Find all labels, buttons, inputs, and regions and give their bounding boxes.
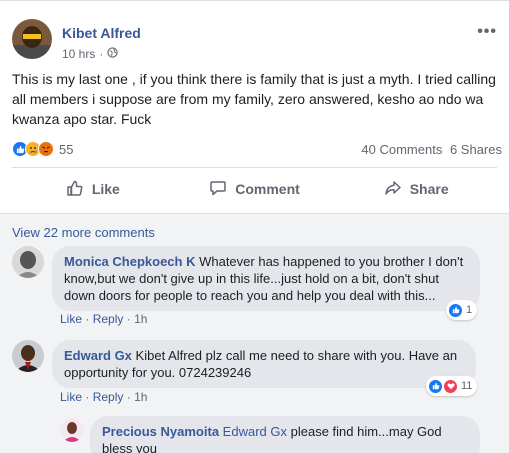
globe-icon[interactable] [107, 47, 119, 61]
like-reaction-icon [448, 302, 463, 318]
commenter-name[interactable]: Precious Nyamoita [102, 424, 219, 439]
author-avatar[interactable] [12, 19, 52, 59]
comment-reaction-count: 1 [466, 304, 473, 316]
post-text: This is my last one , if you think there… [12, 71, 496, 127]
comment-label: Comment [235, 181, 300, 197]
comment-bubble: Precious Nyamoita Edward Gx please find … [90, 416, 480, 453]
reaction-count[interactable]: 55 [59, 142, 73, 157]
reactions-summary[interactable]: 55 40 Comments 6 Shares [12, 138, 502, 160]
meta-separator: · [85, 390, 90, 404]
view-more-comments-link[interactable]: View 22 more comments [12, 225, 155, 240]
comment-icon [209, 179, 227, 200]
post-card: Kibet Alfred 10 hrs · ••• This is my las… [0, 0, 509, 453]
meta-separator: · [85, 312, 90, 326]
thumbs-up-icon [66, 179, 84, 200]
comment-like-link[interactable]: Like [60, 390, 82, 404]
comment-meta: Like · Reply · 1h [60, 390, 147, 404]
comment-time[interactable]: 1h [134, 390, 147, 404]
post-time[interactable]: 10 hrs [62, 47, 95, 61]
tagged-user[interactable]: Edward Gx [223, 424, 287, 439]
commenter-avatar[interactable] [12, 246, 44, 278]
meta-separator: · [99, 47, 104, 61]
comment-reply-link[interactable]: Reply [93, 390, 124, 404]
divider [12, 167, 497, 168]
commenter-name[interactable]: Monica Chepkoech K [64, 254, 195, 269]
commenter-avatar[interactable] [60, 418, 84, 442]
reply-item: Precious Nyamoita Edward Gx please find … [60, 416, 497, 453]
comment-reactions[interactable]: 11 [426, 376, 478, 396]
like-button[interactable]: Like [12, 171, 174, 207]
comment-bubble: Edward Gx Kibet Alfred plz call me need … [52, 340, 476, 388]
post-meta: 10 hrs · [62, 47, 119, 61]
comment-bubble: Monica Chepkoech K Whatever has happened… [52, 246, 480, 311]
comment-button[interactable]: Comment [174, 171, 336, 207]
post-actions: Like Comment Share [12, 171, 497, 207]
comments-count[interactable]: 40 Comments [361, 142, 442, 157]
like-label: Like [91, 181, 120, 197]
post-header: Kibet Alfred 10 hrs · ••• [12, 15, 497, 61]
comment-item: Edward Gx Kibet Alfred plz call me need … [12, 340, 497, 404]
share-icon [384, 179, 402, 200]
comment-reactions[interactable]: 1 [446, 300, 478, 320]
meta-separator: · [126, 312, 131, 326]
more-options-icon[interactable]: ••• [477, 23, 497, 41]
comment-item: Monica Chepkoech K Whatever has happened… [12, 246, 497, 326]
comment-meta: Like · Reply · 1h [60, 312, 147, 326]
comment-reaction-count: 11 [461, 380, 473, 392]
share-label: Share [409, 181, 449, 197]
love-reaction-icon [443, 378, 458, 394]
commenter-avatar[interactable] [12, 340, 44, 372]
comments-section: View 22 more comments Monica Chepkoech K… [0, 213, 509, 453]
comment-reply-link[interactable]: Reply [93, 312, 124, 326]
comment-like-link[interactable]: Like [60, 312, 82, 326]
like-reaction-icon [428, 378, 443, 394]
share-button[interactable]: Share [335, 171, 497, 207]
post-author[interactable]: Kibet Alfred [62, 25, 141, 41]
commenter-name[interactable]: Edward Gx [64, 348, 132, 363]
meta-separator: · [126, 390, 131, 404]
angry-reaction-icon [38, 141, 54, 157]
shares-count[interactable]: 6 Shares [450, 142, 502, 157]
comment-time[interactable]: 1h [134, 312, 147, 326]
comments-shares-count[interactable]: 40 Comments 6 Shares [361, 142, 502, 157]
